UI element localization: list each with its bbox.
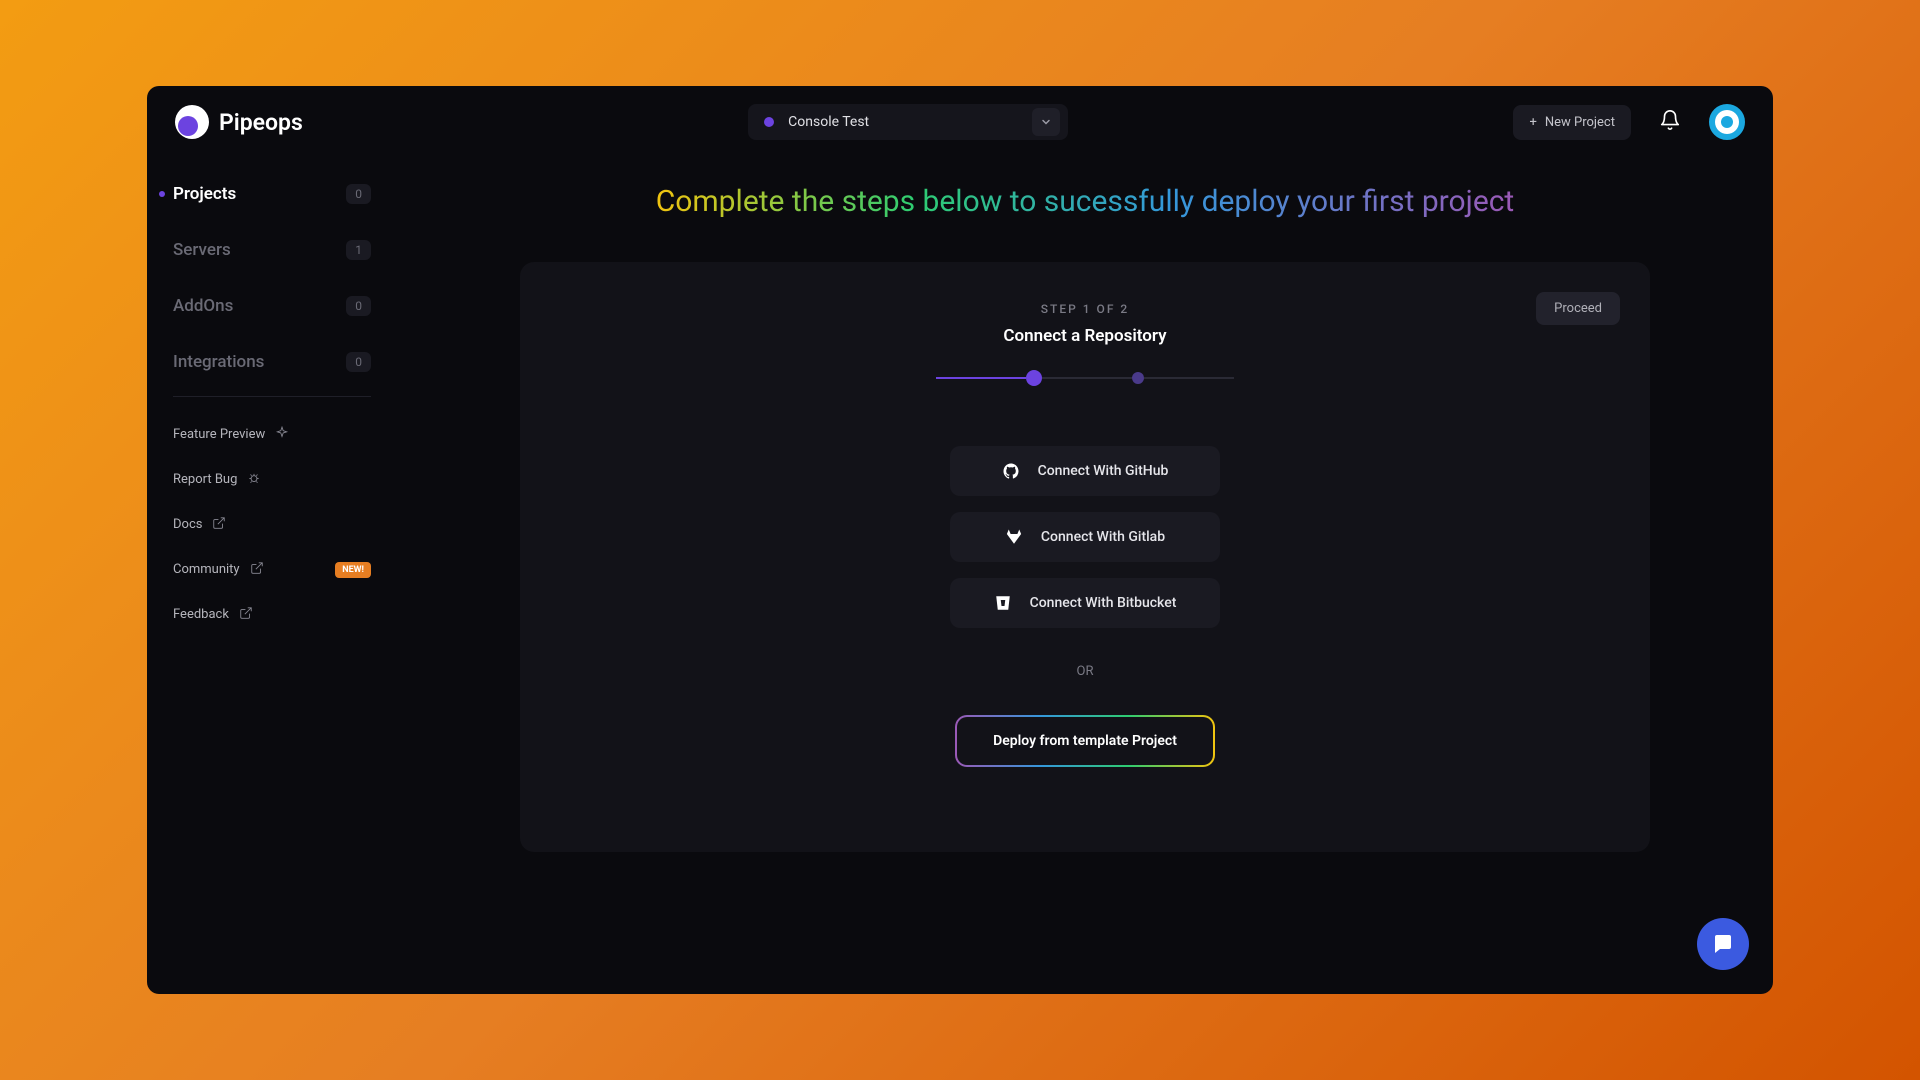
count-badge: 0: [346, 184, 371, 204]
bell-icon: [1659, 109, 1681, 131]
connect-label: Connect With Bitbucket: [1030, 595, 1177, 611]
bug-icon: [247, 470, 261, 489]
sparkle-icon: [275, 425, 289, 444]
connect-buttons: Connect With GitHub Connect With Gitlab …: [560, 446, 1610, 628]
sidebar-item-label: Projects: [173, 184, 346, 204]
link-label: Feature Preview: [173, 427, 265, 442]
external-link-icon: [212, 515, 226, 534]
new-project-button[interactable]: + New Project: [1513, 105, 1631, 140]
deploy-template-button[interactable]: Deploy from template Project: [955, 715, 1215, 767]
plus-icon: +: [1529, 115, 1536, 130]
connect-label: Connect With Gitlab: [1041, 529, 1165, 545]
avatar-icon: [1715, 110, 1739, 134]
connect-bitbucket-button[interactable]: Connect With Bitbucket: [950, 578, 1220, 628]
sidebar-item-integrations[interactable]: Integrations 0: [167, 340, 377, 384]
or-separator: OR: [560, 664, 1610, 679]
progress-line: [1144, 377, 1234, 379]
connect-gitlab-button[interactable]: Connect With Gitlab: [950, 512, 1220, 562]
logo[interactable]: Pipeops: [175, 105, 303, 139]
sidebar-item-servers[interactable]: Servers 1: [167, 228, 377, 272]
chevron-down-icon: [1032, 108, 1060, 136]
link-label: Report Bug: [173, 472, 237, 487]
progress-indicator: [560, 370, 1610, 386]
external-link-icon: [250, 560, 264, 579]
count-badge: 0: [346, 296, 371, 316]
progress-line: [1042, 377, 1132, 379]
notifications-button[interactable]: [1659, 109, 1681, 135]
link-label: Feedback: [173, 607, 229, 622]
onboarding-card: Proceed STEP 1 OF 2 Connect a Repository…: [520, 262, 1650, 852]
progress-step-1: [1026, 370, 1042, 386]
sidebar-link-feature-preview[interactable]: Feature Preview: [167, 417, 377, 452]
count-badge: 1: [346, 240, 371, 260]
sidebar-link-docs[interactable]: Docs: [167, 507, 377, 542]
sidebar-item-label: AddOns: [173, 296, 346, 316]
body: Projects 0 Servers 1 AddOns 0 Integratio…: [147, 158, 1773, 994]
connect-label: Connect With GitHub: [1038, 463, 1169, 479]
user-avatar[interactable]: [1709, 104, 1745, 140]
sidebar: Projects 0 Servers 1 AddOns 0 Integratio…: [147, 158, 397, 994]
hero-heading: Complete the steps below to sucessfully …: [656, 178, 1515, 226]
progress-step-2: [1132, 372, 1144, 384]
progress-line: [936, 377, 1026, 379]
chat-icon: [1711, 932, 1735, 956]
bitbucket-icon: [994, 594, 1012, 612]
main-content: Complete the steps below to sucessfully …: [397, 158, 1773, 994]
app-window: Pipeops Console Test + New Project Proje…: [147, 86, 1773, 994]
gitlab-icon: [1005, 528, 1023, 546]
external-link-icon: [239, 605, 253, 624]
step-counter: STEP 1 OF 2: [560, 302, 1610, 316]
count-badge: 0: [346, 352, 371, 372]
sidebar-item-label: Servers: [173, 240, 346, 260]
console-label: Console Test: [788, 114, 1052, 130]
status-dot-icon: [764, 117, 774, 127]
rocket-icon: [175, 105, 209, 139]
new-badge: NEW!: [335, 562, 371, 578]
connect-github-button[interactable]: Connect With GitHub: [950, 446, 1220, 496]
step-title: Connect a Repository: [560, 326, 1610, 346]
sidebar-item-projects[interactable]: Projects 0: [167, 172, 377, 216]
sidebar-link-community[interactable]: Community NEW!: [167, 552, 377, 587]
github-icon: [1002, 462, 1020, 480]
link-label: Docs: [173, 517, 202, 532]
console-selector[interactable]: Console Test: [748, 104, 1068, 140]
brand-name: Pipeops: [219, 109, 303, 136]
sidebar-item-addons[interactable]: AddOns 0: [167, 284, 377, 328]
divider: [173, 396, 371, 397]
proceed-button[interactable]: Proceed: [1536, 292, 1620, 325]
sidebar-link-report-bug[interactable]: Report Bug: [167, 462, 377, 497]
header: Pipeops Console Test + New Project: [147, 86, 1773, 158]
sidebar-item-label: Integrations: [173, 352, 346, 372]
sidebar-link-feedback[interactable]: Feedback: [167, 597, 377, 632]
new-project-label: New Project: [1545, 115, 1615, 130]
chat-widget-button[interactable]: [1697, 918, 1749, 970]
link-label: Community: [173, 562, 240, 577]
